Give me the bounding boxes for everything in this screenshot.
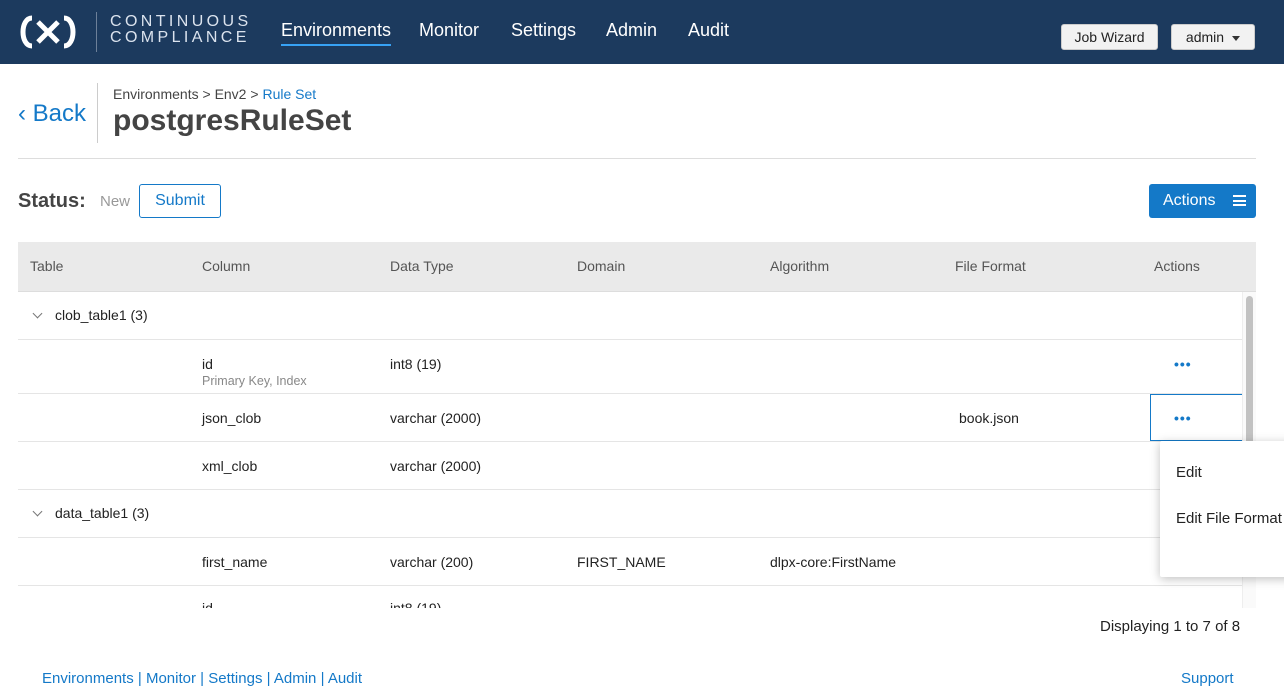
menu-item-edit[interactable]: Edit	[1176, 464, 1202, 481]
column-name: xml_clob	[202, 458, 258, 474]
breadcrumb-environments[interactable]: Environments	[113, 86, 199, 102]
user-name: admin	[1185, 29, 1225, 45]
status-label: Status:	[18, 190, 86, 212]
footer-separator: |	[266, 670, 271, 687]
column-header-table[interactable]: Table	[30, 258, 63, 274]
column-header-file-format[interactable]: File Format	[955, 258, 1026, 274]
column-header-domain[interactable]: Domain	[577, 258, 625, 274]
table-header: Table Column Data Type Domain Algorithm …	[18, 242, 1256, 292]
logo-icon[interactable]	[18, 14, 78, 50]
footer-links: Environments | Monitor | Settings | Admi…	[42, 670, 362, 687]
nav-admin[interactable]: Admin	[606, 20, 657, 41]
data-type: varchar (200)	[390, 554, 474, 570]
brand-line-2: COMPLIANCE	[110, 29, 250, 46]
column-header-data-type[interactable]: Data Type	[390, 258, 454, 274]
column-header-algorithm[interactable]: Algorithm	[770, 258, 829, 274]
menu-item-edit-file-format[interactable]: Edit File Format	[1176, 510, 1282, 527]
brand-line-1: CONTINUOUS	[110, 13, 252, 30]
chevron-down-icon[interactable]	[32, 308, 43, 319]
nav-settings[interactable]: Settings	[511, 20, 576, 41]
scrollbar-thumb[interactable]	[1246, 296, 1253, 446]
footer-link-settings[interactable]: Settings	[208, 670, 262, 687]
domain[interactable]: FIRST_NAME	[577, 554, 666, 570]
table-row: id Primary Key, Index int8 (19) •••	[18, 340, 1242, 394]
job-wizard-button[interactable]: Job Wizard	[1061, 24, 1158, 50]
nav-audit[interactable]: Audit	[688, 20, 729, 41]
user-menu-button[interactable]: admin	[1171, 24, 1255, 50]
nav-monitor[interactable]: Monitor	[419, 20, 479, 41]
column-name: first_name	[202, 554, 268, 570]
footer-link-admin[interactable]: Admin	[274, 670, 317, 687]
breadcrumb-separator: >	[202, 86, 211, 102]
hamburger-icon	[1233, 195, 1246, 206]
actions-menu-button[interactable]: Actions	[1149, 184, 1256, 218]
column-name: json_clob	[202, 410, 262, 426]
table-body: clob_table1 (3) id Primary Key, Index in…	[18, 292, 1256, 608]
column-name: id	[202, 600, 213, 608]
table-row: id int8 (19)	[18, 586, 1242, 608]
row-actions-button[interactable]: •••	[1174, 356, 1192, 372]
footer-separator: |	[320, 670, 325, 687]
chevron-down-icon[interactable]	[32, 506, 43, 517]
column-name: id	[202, 356, 213, 372]
table-group-row[interactable]: clob_table1 (3)	[18, 292, 1242, 340]
table-row: xml_clob varchar (2000)	[18, 442, 1242, 490]
table-row: json_clob varchar (2000) book.json •••	[18, 394, 1244, 442]
table-group-name: clob_table1 (3)	[55, 307, 148, 323]
column-attributes: Primary Key, Index	[202, 374, 307, 388]
table-row: first_name varchar (200) FIRST_NAME dlpx…	[18, 538, 1242, 586]
brand-divider	[96, 12, 97, 52]
data-type: int8 (19)	[390, 600, 442, 608]
back-link[interactable]: ‹ Back	[18, 100, 86, 128]
row-actions-button-active[interactable]	[1150, 394, 1244, 441]
breadcrumb-env2[interactable]: Env2	[215, 86, 247, 102]
file-format[interactable]: book.json	[959, 410, 1019, 426]
algorithm[interactable]: dlpx-core:FirstName	[770, 554, 896, 570]
brand-name: CONTINUOUS COMPLIANCE	[110, 14, 252, 46]
data-type: int8 (19)	[390, 356, 442, 372]
footer-separator: |	[137, 670, 142, 687]
footer-link-environments[interactable]: Environments	[42, 670, 134, 687]
footer-link-monitor[interactable]: Monitor	[146, 670, 196, 687]
header-divider-line	[18, 158, 1256, 159]
footer-link-audit[interactable]: Audit	[328, 670, 362, 687]
breadcrumb-rule-set[interactable]: Rule Set	[262, 86, 316, 102]
header-divider	[97, 83, 98, 143]
table-group-row[interactable]: data_table1 (3)	[18, 490, 1242, 538]
page-title: postgresRuleSet	[113, 104, 352, 137]
submit-button[interactable]: Submit	[139, 184, 221, 218]
pagination-status: Displaying 1 to 7 of 8	[1100, 618, 1241, 635]
row-actions-dropdown: Edit Edit File Format	[1160, 441, 1284, 577]
column-header-column[interactable]: Column	[202, 258, 250, 274]
status-value: New	[100, 193, 131, 210]
row-actions-icon[interactable]: •••	[1174, 410, 1192, 426]
footer-separator: |	[200, 670, 205, 687]
actions-label: Actions	[1163, 192, 1216, 209]
table-group-name: data_table1 (3)	[55, 505, 150, 521]
top-nav-bar: CONTINUOUS COMPLIANCE Environments Monit…	[0, 0, 1284, 64]
breadcrumb-separator: >	[250, 86, 259, 102]
support-link[interactable]: Support	[1181, 670, 1234, 687]
column-header-actions: Actions	[1154, 258, 1200, 274]
nav-environments[interactable]: Environments	[281, 20, 392, 46]
data-type: varchar (2000)	[390, 410, 482, 426]
breadcrumb: Environments > Env2 > Rule Set	[113, 86, 316, 102]
data-type: varchar (2000)	[390, 458, 482, 474]
caret-down-icon	[1232, 35, 1241, 41]
